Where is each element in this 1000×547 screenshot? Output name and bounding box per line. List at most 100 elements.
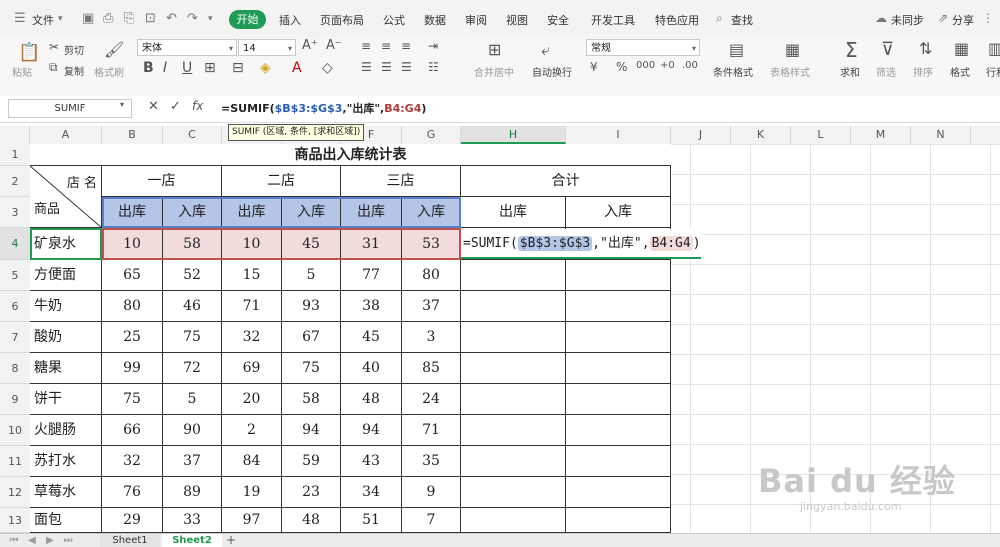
- tab-review[interactable]: 审阅: [465, 12, 487, 28]
- total-out-cell[interactable]: [461, 477, 566, 508]
- product-name-cell[interactable]: 苏打水: [30, 446, 102, 477]
- data-cell[interactable]: 7: [402, 508, 461, 533]
- align-bottom-icon[interactable]: ≡: [401, 39, 411, 53]
- add-sheet-icon[interactable]: +: [224, 534, 238, 547]
- table-style-button[interactable]: 表格样式: [770, 64, 810, 79]
- product-name-cell[interactable]: 饼干: [30, 384, 102, 415]
- product-name-cell[interactable]: 方便面: [30, 260, 102, 291]
- undo-icon[interactable]: ↶: [166, 11, 177, 26]
- currency-icon[interactable]: ¥: [590, 60, 598, 74]
- column-header-n[interactable]: N: [911, 126, 971, 144]
- tab-security[interactable]: 安全: [547, 12, 569, 28]
- data-cell[interactable]: 19: [222, 477, 282, 508]
- filter-button[interactable]: 筛选: [876, 64, 896, 79]
- data-cell[interactable]: 80: [402, 260, 461, 291]
- total-in-cell[interactable]: [566, 353, 671, 384]
- data-cell[interactable]: 48: [282, 508, 341, 533]
- underline-icon[interactable]: U: [182, 60, 192, 76]
- filter-icon[interactable]: ⊽: [881, 39, 894, 60]
- data-cell[interactable]: 5: [282, 260, 341, 291]
- store-header[interactable]: 二店: [222, 166, 341, 197]
- share-button[interactable]: 分享: [952, 12, 974, 28]
- scissors-icon[interactable]: ✂: [49, 40, 59, 54]
- align-top-icon[interactable]: ≡: [361, 39, 371, 53]
- total-in-cell[interactable]: [566, 415, 671, 446]
- share-icon[interactable]: ⇗: [938, 11, 948, 25]
- data-cell[interactable]: 94: [282, 415, 341, 446]
- data-cell[interactable]: 37: [402, 291, 461, 322]
- increase-decimal-icon[interactable]: +0: [660, 60, 675, 71]
- row-col-icon[interactable]: ▥: [988, 39, 1000, 58]
- first-sheet-icon[interactable]: ⏮: [8, 534, 20, 547]
- format-icon[interactable]: ▦: [954, 39, 969, 58]
- cell-editor-h4[interactable]: =SUMIF($B$3:$G$3 ,"出库", B4:G4): [461, 229, 701, 259]
- data-cell[interactable]: 40: [341, 353, 402, 384]
- search-icon[interactable]: ⌕: [716, 11, 723, 26]
- paste-icon[interactable]: 📋: [18, 42, 40, 63]
- name-box[interactable]: SUMIF: [8, 99, 132, 118]
- column-header-i[interactable]: I: [566, 126, 671, 144]
- sub-header[interactable]: 出库: [461, 197, 566, 228]
- data-cell[interactable]: 38: [341, 291, 402, 322]
- data-cell[interactable]: 9: [402, 477, 461, 508]
- data-cell[interactable]: 24: [402, 384, 461, 415]
- tab-data[interactable]: 数据: [424, 12, 446, 28]
- product-name-cell[interactable]: 面包: [30, 508, 102, 533]
- tab-page-layout[interactable]: 页面布局: [320, 12, 364, 28]
- data-cell[interactable]: 66: [102, 415, 163, 446]
- row-header-3[interactable]: 3: [0, 197, 30, 228]
- data-cell[interactable]: 84: [222, 446, 282, 477]
- row-header-7[interactable]: 7: [0, 322, 30, 353]
- sub-header[interactable]: 入库: [566, 197, 671, 228]
- total-out-cell[interactable]: [461, 446, 566, 477]
- sum-icon[interactable]: Σ: [845, 38, 858, 62]
- sheet-tab-sheet1[interactable]: Sheet1: [100, 534, 160, 547]
- data-cell[interactable]: 85: [402, 353, 461, 384]
- format-painter-button[interactable]: 格式刷: [94, 64, 124, 79]
- data-cell[interactable]: 32: [102, 446, 163, 477]
- store-header[interactable]: 合计: [461, 166, 671, 197]
- row-header-8[interactable]: 8: [0, 353, 30, 384]
- total-in-cell[interactable]: [566, 291, 671, 322]
- data-cell[interactable]: 46: [163, 291, 222, 322]
- save-icon[interactable]: ▣: [82, 11, 94, 26]
- data-cell[interactable]: 65: [102, 260, 163, 291]
- row-col-button[interactable]: 行和: [986, 64, 1000, 79]
- total-in-cell[interactable]: [566, 322, 671, 353]
- search-command[interactable]: 查找: [731, 12, 753, 28]
- total-in-cell[interactable]: [566, 446, 671, 477]
- row-header-9[interactable]: 9: [0, 384, 30, 415]
- data-cell[interactable]: 15: [222, 260, 282, 291]
- clear-format-icon[interactable]: ◇: [322, 60, 333, 76]
- align-middle-icon[interactable]: ≡: [381, 39, 391, 53]
- next-sheet-icon[interactable]: ▶: [44, 534, 56, 547]
- column-header-a[interactable]: A: [30, 126, 102, 144]
- cloud-icon[interactable]: ☁: [875, 11, 887, 25]
- data-cell[interactable]: 37: [163, 446, 222, 477]
- column-header-c[interactable]: C: [163, 126, 222, 144]
- total-out-cell[interactable]: [461, 260, 566, 291]
- data-cell[interactable]: 2: [222, 415, 282, 446]
- sort-icon[interactable]: ⇅: [919, 39, 932, 58]
- total-out-cell[interactable]: [461, 508, 566, 533]
- indent-icon[interactable]: ⇥: [428, 39, 438, 53]
- bold-icon[interactable]: B: [143, 60, 154, 76]
- copy-icon[interactable]: ⧉: [49, 60, 58, 75]
- merge-icon[interactable]: ⊞: [488, 40, 501, 59]
- row-header-1[interactable]: 1: [0, 144, 30, 166]
- fill-color-icon[interactable]: ◈: [260, 60, 271, 76]
- tab-developer[interactable]: 开发工具: [591, 12, 635, 28]
- tab-formulas[interactable]: 公式: [383, 12, 405, 28]
- cut-button[interactable]: 剪切: [64, 42, 84, 57]
- data-cell[interactable]: 45: [341, 322, 402, 353]
- select-all-corner[interactable]: [0, 126, 30, 144]
- total-out-cell[interactable]: [461, 291, 566, 322]
- grow-font-icon[interactable]: A⁺: [302, 38, 318, 53]
- data-cell[interactable]: 34: [341, 477, 402, 508]
- data-cell[interactable]: 76: [102, 477, 163, 508]
- data-cell[interactable]: 69: [222, 353, 282, 384]
- row-header-2[interactable]: 2: [0, 166, 30, 197]
- tab-insert[interactable]: 插入: [279, 12, 301, 28]
- data-cell[interactable]: 59: [282, 446, 341, 477]
- shrink-font-icon[interactable]: A⁻: [326, 38, 342, 53]
